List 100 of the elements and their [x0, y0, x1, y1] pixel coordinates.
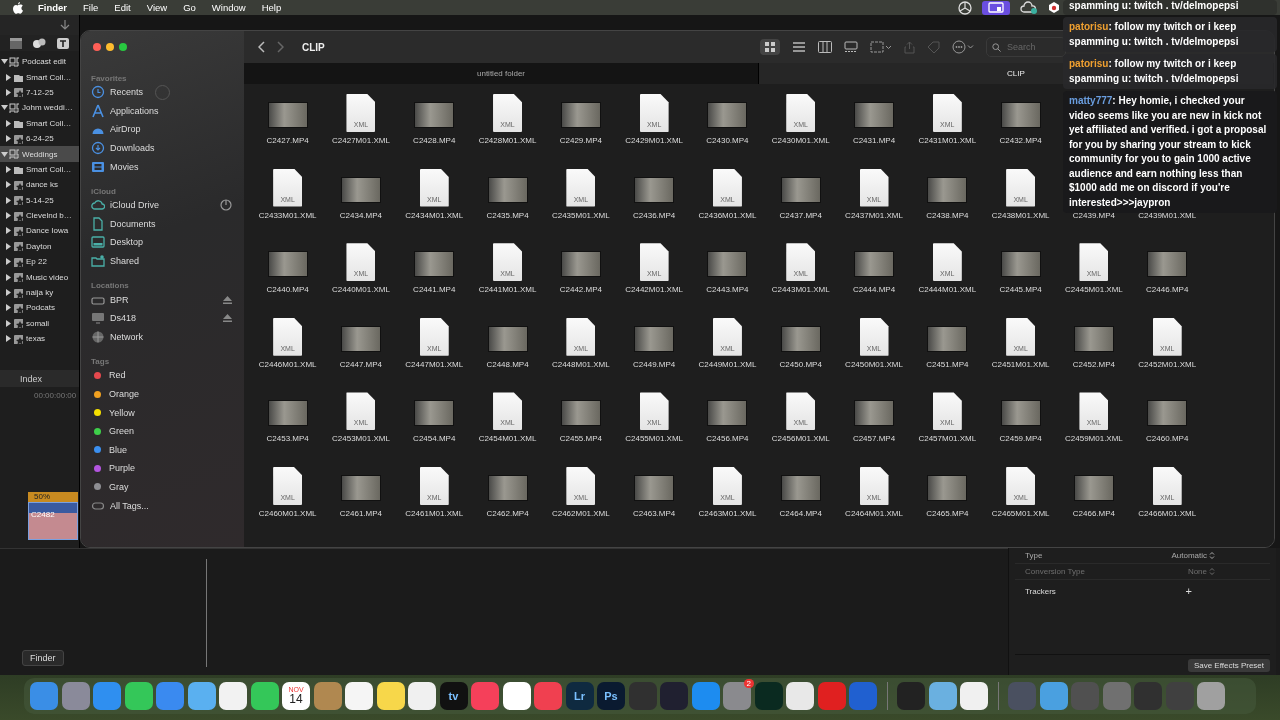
sidebar-item[interactable]: All Tags...	[91, 496, 236, 515]
file-name[interactable]: C2441M01.XML	[478, 285, 537, 295]
file-name[interactable]: C2434.MP4	[339, 210, 383, 220]
video-thumbnail[interactable]	[560, 400, 601, 427]
file-name[interactable]: C2428.MP4	[413, 136, 456, 145]
library-item[interactable]: Weddings	[0, 146, 79, 162]
app-icon[interactable]	[187, 682, 216, 710]
menu-item[interactable]: Go	[183, 2, 196, 13]
app-icon[interactable]: tv	[439, 682, 468, 710]
video-thumbnail[interactable]	[634, 176, 675, 203]
file-name[interactable]: C2446.MP4	[1146, 285, 1189, 295]
video-thumbnail[interactable]	[267, 400, 308, 427]
gallery-view-icon[interactable]	[844, 41, 858, 53]
library-item[interactable]: Smart Coll…	[0, 69, 79, 85]
video-thumbnail[interactable]	[707, 400, 748, 427]
file-name[interactable]: C2436M01.XML	[698, 210, 757, 220]
sidebar-item[interactable]: Purple	[91, 459, 236, 478]
library-item[interactable]: 6-24-25	[0, 130, 79, 147]
menu-item[interactable]: Finder	[38, 2, 68, 13]
library-item[interactable]: Music video	[0, 269, 79, 285]
menu-item[interactable]: View	[146, 2, 168, 13]
library-item[interactable]: Dance Iowa	[0, 223, 79, 239]
file-name[interactable]: C2438.MP4	[926, 210, 969, 220]
file-name[interactable]: C2457.MP4	[852, 434, 896, 444]
video-thumbnail[interactable]	[1147, 400, 1188, 427]
video-thumbnail[interactable]	[707, 102, 748, 128]
file-name[interactable]: C2431M01.XML	[918, 136, 977, 145]
save-preset-button[interactable]: Save Effects Preset	[1187, 659, 1270, 672]
app-icon[interactable]	[502, 682, 531, 710]
sidebar-item[interactable]: Ds418	[91, 308, 236, 328]
file-name[interactable]: C2444.MP4	[852, 285, 896, 295]
badge-icon[interactable]	[1048, 1, 1060, 14]
library-item[interactable]: Podcats	[0, 300, 79, 316]
video-thumbnail[interactable]	[780, 325, 821, 352]
clapper-icon[interactable]	[8, 36, 23, 50]
video-thumbnail[interactable]	[634, 474, 675, 501]
video-thumbnail[interactable]	[487, 176, 528, 203]
video-thumbnail[interactable]	[634, 325, 675, 352]
file-name[interactable]: C2442.MP4	[559, 285, 602, 295]
video-thumbnail[interactable]	[780, 176, 821, 203]
index-tab[interactable]: Index	[0, 373, 43, 384]
sidebar-item[interactable]: Orange	[91, 384, 236, 404]
file-name[interactable]: C2464.MP4	[779, 508, 822, 518]
file-name[interactable]: C2443M01.XML	[771, 285, 830, 295]
menu-item[interactable]: Window	[211, 2, 246, 13]
screen-share-icon[interactable]	[982, 0, 1010, 15]
sidebar-item[interactable]: Red	[91, 366, 236, 385]
video-thumbnail[interactable]	[414, 102, 455, 128]
sidebar-item[interactable]: Downloads	[91, 138, 236, 158]
file-name[interactable]: C2453.MP4	[266, 434, 309, 444]
apple-icon[interactable]	[12, 1, 24, 14]
video-thumbnail[interactable]	[267, 251, 308, 278]
file-name[interactable]: C2427.MP4	[266, 136, 309, 145]
file-name[interactable]: C2459M01.XML	[1065, 434, 1123, 444]
library-item[interactable]: Ep 22	[0, 254, 79, 270]
file-name[interactable]: C2447.MP4	[339, 359, 383, 369]
app-icon[interactable]	[250, 682, 279, 710]
column-view-icon[interactable]	[818, 41, 832, 53]
file-name[interactable]: C2457M01.XML	[918, 434, 977, 444]
file-name[interactable]: C2459.MP4	[999, 434, 1042, 444]
photos-music-icon[interactable]	[32, 36, 47, 50]
app-icon[interactable]	[376, 682, 405, 710]
video-thumbnail[interactable]	[340, 474, 381, 501]
file-name[interactable]: C2445M01.XML	[1065, 285, 1123, 295]
library-item[interactable]: somali	[0, 315, 79, 332]
zoom-badge[interactable]: 50%	[28, 492, 78, 503]
video-thumbnail[interactable]	[854, 400, 894, 427]
video-thumbnail[interactable]	[854, 102, 894, 128]
video-thumbnail[interactable]	[414, 400, 455, 427]
file-name[interactable]: C2428M01.XML	[478, 136, 537, 145]
file-name[interactable]: C2447M01.XML	[405, 359, 464, 369]
file-name[interactable]: C2445.MP4	[999, 285, 1042, 295]
file-name[interactable]: C2454M01.XML	[478, 434, 537, 444]
sidebar-item[interactable]: Blue	[91, 440, 236, 460]
file-name[interactable]: C2441.MP4	[413, 285, 456, 295]
library-item[interactable]: Clevelnd b…	[0, 207, 79, 224]
file-name[interactable]: C2437.MP4	[779, 210, 822, 220]
video-thumbnail[interactable]	[1000, 102, 1041, 128]
file-name[interactable]: C2454.MP4	[413, 434, 456, 444]
file-name[interactable]: C2456M01.XML	[771, 434, 830, 444]
minimize-button[interactable]	[106, 43, 114, 51]
library-item[interactable]: Smart Coll…	[0, 161, 79, 178]
library-item[interactable]: Podcast edit	[0, 54, 79, 70]
app-icon[interactable]	[928, 682, 957, 710]
file-name[interactable]: C2439.MP4	[1072, 210, 1116, 220]
file-name[interactable]: C2450.MP4	[779, 359, 822, 369]
library-item[interactable]: 7-12-25	[0, 84, 79, 101]
file-name[interactable]: C2444M01.XML	[918, 285, 977, 295]
video-thumbnail[interactable]	[1147, 251, 1188, 278]
video-thumbnail[interactable]	[927, 176, 968, 203]
sidebar-item[interactable]: BPR	[91, 290, 236, 309]
library-item[interactable]: Dayton	[0, 238, 79, 255]
sidebar-item[interactable]: Recents	[91, 83, 236, 102]
popup-menu[interactable]: Automatic	[1171, 551, 1215, 560]
close-button[interactable]	[93, 43, 101, 51]
eject-icon[interactable]	[223, 295, 232, 304]
app-icon[interactable]	[345, 682, 373, 710]
library-item[interactable]: Smart Coll…	[0, 115, 79, 131]
video-thumbnail[interactable]	[560, 102, 601, 128]
video-thumbnail[interactable]	[267, 102, 308, 128]
